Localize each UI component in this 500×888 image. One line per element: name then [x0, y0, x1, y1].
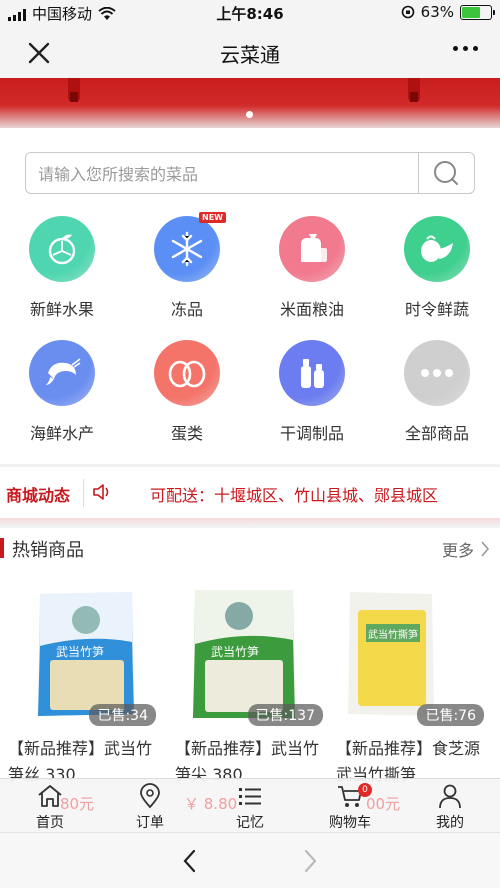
- user-icon: [439, 784, 461, 809]
- battery-percent: 63%: [420, 3, 454, 21]
- search-button[interactable]: [418, 153, 474, 193]
- tab-label: 我的: [436, 815, 464, 831]
- category-frozen[interactable]: NEW 冻品: [137, 212, 237, 320]
- category-label: 海鲜水产: [29, 424, 94, 443]
- category-condiments[interactable]: 干调制品: [262, 340, 362, 444]
- category-fresh-fruit[interactable]: 新鲜水果: [12, 216, 112, 320]
- bottles-icon: [279, 340, 345, 406]
- category-eggs[interactable]: 蛋类: [137, 340, 237, 444]
- chevron-right-icon: [481, 541, 490, 557]
- nav-bar: 云菜通: [0, 26, 500, 78]
- product-card[interactable]: 武当竹撕笋 已售:76 【新品推荐】食芝源武当竹撕笋: [336, 580, 486, 784]
- svg-text:武当竹撕笋: 武当竹撕笋: [368, 628, 418, 641]
- back-chevron-icon[interactable]: [180, 848, 200, 874]
- notice-text: 可配送：十堰城区、竹山县城、郧县城区: [150, 486, 439, 505]
- tab-orders[interactable]: 订单: [110, 783, 190, 832]
- more-link[interactable]: 更多: [442, 537, 490, 561]
- battery-icon: [460, 4, 495, 20]
- tab-label: 首页: [36, 815, 64, 831]
- category-rice-oil[interactable]: 米面粮油: [262, 216, 362, 320]
- category-vegetables[interactable]: 时令鲜蔬: [387, 216, 487, 320]
- page-title: 云菜通: [220, 43, 280, 67]
- category-label: 干调制品: [279, 424, 344, 443]
- hot-products-section: 热销商品 更多 武当竹笋 已售:34 【新品推荐】武当竹笋丝 330 武当竹笋 …: [0, 528, 500, 784]
- product-card[interactable]: 武当竹笋 已售:137 【新品推荐】武当竹笋尖 380: [175, 580, 325, 784]
- egg-icon: [154, 340, 220, 406]
- bottom-tab-bar: 80元 ￥ 8.80 00元 首页 订单 记忆 0 购物车 我的: [0, 778, 500, 832]
- new-badge: NEW: [199, 212, 226, 223]
- category-label: 新鲜水果: [29, 300, 94, 319]
- rice-bag-icon: [279, 216, 345, 282]
- search-input[interactable]: [38, 161, 408, 187]
- category-label: 蛋类: [170, 424, 203, 443]
- category-label: 米面粮油: [279, 300, 344, 319]
- sold-count: 已售:34: [89, 704, 156, 726]
- svg-text:武当竹笋: 武当竹笋: [211, 644, 259, 659]
- lantern-decoration: [68, 78, 80, 102]
- location-pin-icon: [140, 783, 160, 809]
- category-label: 冻品: [170, 300, 203, 319]
- fruit-icon: [29, 216, 95, 282]
- sold-count: 已售:137: [247, 704, 323, 726]
- snowflake-icon: NEW: [154, 212, 226, 282]
- speaker-icon: [93, 484, 109, 500]
- svg-text:武当竹笋: 武当竹笋: [56, 644, 104, 659]
- category-panel: 新鲜水果 NEW 冻品 米面粮油 时令鲜蔬 海鲜水产 蛋类: [0, 128, 500, 464]
- category-label: 时令鲜蔬: [404, 300, 469, 319]
- promo-banner[interactable]: [0, 78, 500, 128]
- notice-bar[interactable]: 商城动态 可配送：十堰城区、竹山县城、郧县城区: [0, 466, 500, 518]
- tab-memory[interactable]: 记忆: [210, 783, 290, 832]
- list-icon: [239, 788, 261, 805]
- product-card[interactable]: 武当竹笋 已售:34 【新品推荐】武当竹笋丝 330: [8, 580, 158, 784]
- shrimp-icon: [29, 340, 95, 406]
- home-icon: [38, 785, 62, 807]
- orientation-lock-icon: [401, 5, 414, 19]
- browser-toolbar: [0, 832, 500, 888]
- app-root: { "status_bar": { "carrier": "中国移动", "ti…: [0, 0, 500, 888]
- status-bar: 中国移动 上午8:46 63%: [0, 0, 500, 26]
- divider: [0, 518, 500, 526]
- divider: [83, 479, 84, 507]
- category-label: 全部商品: [404, 424, 469, 443]
- lantern-decoration: [408, 78, 420, 102]
- category-seafood[interactable]: 海鲜水产: [12, 340, 112, 444]
- tab-label: 订单: [136, 815, 164, 831]
- section-marker: [0, 538, 4, 558]
- notice-tag: 商城动态: [6, 486, 71, 505]
- vegetable-icon: [404, 216, 470, 282]
- section-title: 热销商品: [12, 540, 84, 561]
- search-icon: [434, 161, 458, 185]
- forward-chevron-icon[interactable]: [300, 848, 320, 874]
- category-all-products[interactable]: 全部商品: [387, 340, 487, 444]
- carousel-indicator: [246, 111, 253, 118]
- tab-home[interactable]: 首页: [10, 783, 90, 832]
- tab-label: 购物车: [329, 815, 371, 831]
- more-label: 更多: [441, 541, 474, 560]
- tab-label: 记忆: [236, 815, 264, 831]
- more-menu-icon[interactable]: [453, 46, 478, 51]
- more-dots-icon: [404, 340, 470, 406]
- cart-count-badge: 0: [358, 783, 372, 797]
- sold-count: 已售:76: [417, 704, 484, 726]
- search-box: [25, 152, 475, 194]
- tab-profile[interactable]: 我的: [410, 783, 490, 832]
- tab-cart[interactable]: 0 购物车: [310, 783, 390, 832]
